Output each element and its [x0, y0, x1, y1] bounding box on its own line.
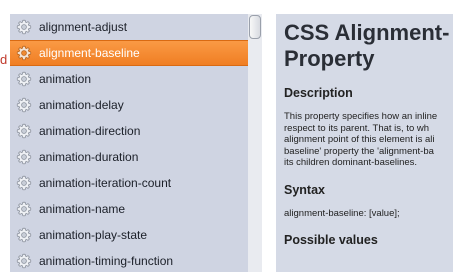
description-line: its children dominant-baselines.	[284, 157, 418, 168]
sidebar-item-animation-duration[interactable]: animation-duration	[10, 144, 248, 170]
gear-icon	[16, 97, 32, 113]
property-list: alignment-adjust alignment-baseline anim…	[10, 14, 248, 272]
sidebar-item-animation[interactable]: animation	[10, 66, 248, 92]
possible-values-heading: Possible values	[284, 233, 378, 247]
description-heading: Description	[284, 86, 353, 100]
description-line: This property specifies how an inline	[284, 111, 438, 122]
sidebar-item-animation-play-state[interactable]: animation-play-state	[10, 222, 248, 248]
edge-text-fragment: d	[0, 52, 8, 67]
sidebar-item-alignment-adjust[interactable]: alignment-adjust	[10, 14, 248, 40]
gear-icon	[16, 227, 32, 243]
sidebar-item-label: alignment-adjust	[39, 20, 128, 34]
scrollbar-thumb[interactable]	[249, 15, 261, 39]
page-title-line-2: Property	[284, 46, 375, 71]
sidebar-item-label: animation-direction	[39, 124, 141, 138]
sidebar-item-animation-timing-function[interactable]: animation-timing-function	[10, 248, 248, 272]
description-line: alignment point of this element is ali	[284, 134, 435, 145]
gear-icon	[16, 253, 32, 269]
sidebar-item-label: alignment-baseline	[39, 46, 140, 60]
sidebar-item-animation-delay[interactable]: animation-delay	[10, 92, 248, 118]
content-panel: CSS Alignment- Property Description This…	[276, 14, 453, 272]
syntax-heading: Syntax	[284, 182, 325, 197]
sidebar-scrollbar[interactable]	[248, 14, 262, 272]
description-line: respect to its parent. That is, to wh	[284, 122, 430, 134]
sidebar-item-animation-name[interactable]: animation-name	[10, 196, 248, 222]
gear-icon	[16, 123, 32, 139]
page-title: CSS Alignment- Property	[284, 20, 453, 72]
sidebar-item-label: animation-iteration-count	[39, 176, 172, 190]
gear-icon	[16, 175, 32, 191]
gear-icon	[16, 201, 32, 217]
gear-icon	[16, 19, 32, 35]
sidebar-item-label: animation-play-state	[39, 228, 148, 242]
sidebar-item-label: animation-duration	[39, 150, 139, 164]
gear-icon	[16, 149, 32, 165]
page-title-line-1: CSS Alignment-	[284, 20, 450, 45]
sidebar-item-animation-direction[interactable]: animation-direction	[10, 118, 248, 144]
gear-icon	[16, 71, 32, 87]
sidebar-item-alignment-baseline[interactable]: alignment-baseline	[10, 40, 248, 66]
description-line: baseline' property the 'alignment-ba	[284, 145, 434, 157]
sidebar: alignment-adjust alignment-baseline anim…	[10, 14, 262, 272]
syntax-text: alignment-baseline: [value];	[284, 207, 400, 219]
gear-icon	[16, 45, 32, 61]
sidebar-item-animation-iteration-count[interactable]: animation-iteration-count	[10, 170, 248, 196]
sidebar-item-label: animation-delay	[39, 98, 124, 112]
description-text: This property specifies how an inline re…	[284, 111, 453, 169]
sidebar-item-label: animation-timing-function	[39, 254, 174, 268]
sidebar-item-label: animation-name	[39, 202, 126, 216]
sidebar-item-label: animation	[39, 72, 92, 86]
